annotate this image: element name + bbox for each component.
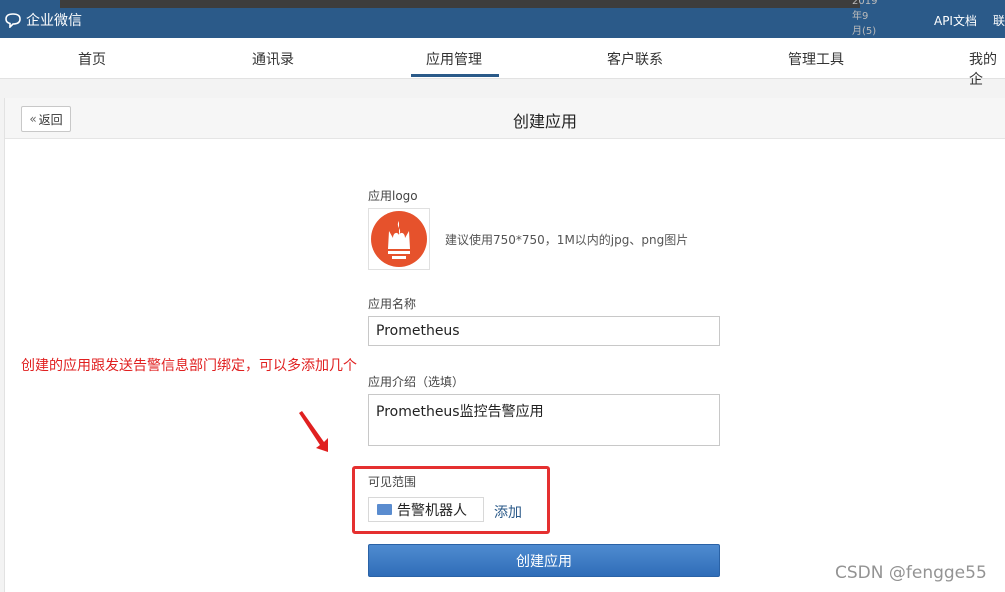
brand-name: 企业微信 — [26, 13, 82, 29]
logo-hint: 建议使用750*750，1M以内的jpg、png图片 — [445, 233, 689, 247]
folder-icon — [377, 504, 392, 515]
date-fragment: 2019年9月(5) — [852, 0, 878, 37]
chat-bubble-icon — [5, 13, 21, 28]
annotation-text: 创建的应用跟发送告警信息部门绑定，可以多添加几个 — [21, 358, 357, 374]
app-description-input[interactable]: Prometheus监控告警应用 — [368, 394, 720, 446]
main-nav: 首页 通讯录 应用管理 客户联系 管理工具 我的企 — [0, 38, 1005, 88]
add-scope-link[interactable]: 添加 — [494, 502, 522, 522]
desc-label: 应用介绍（选填） — [368, 375, 465, 389]
nav-customers[interactable]: 客户联系 — [607, 49, 663, 69]
top-bar: 2019年9月(5) 企业微信 API文档 联 — [0, 0, 1005, 38]
watermark: CSDN @fengge55 — [835, 563, 987, 583]
top-strip: 2019年9月(5) — [60, 0, 877, 37]
contact-link[interactable]: 联 — [993, 12, 1005, 29]
prometheus-logo-icon — [371, 211, 427, 267]
page-title: 创建应用 — [512, 112, 577, 131]
nav-contacts[interactable]: 通讯录 — [252, 49, 294, 69]
nav-my-company[interactable]: 我的企 — [969, 49, 1005, 89]
create-app-button[interactable]: 创建应用 — [368, 544, 720, 577]
nav-tools[interactable]: 管理工具 — [788, 49, 844, 69]
app-logo-upload[interactable] — [368, 208, 430, 270]
scope-tag-label: 告警机器人 — [397, 502, 467, 519]
api-docs-link[interactable]: API文档 — [934, 12, 977, 29]
app-name-input[interactable]: Prometheus — [368, 316, 720, 346]
red-arrow-icon — [299, 411, 328, 452]
top-links: API文档 联 — [918, 12, 1005, 29]
scope-tag[interactable]: 告警机器人 — [368, 497, 484, 522]
logo-label: 应用logo — [368, 189, 418, 203]
nav-home[interactable]: 首页 — [78, 49, 106, 69]
scope-label: 可见范围 — [368, 475, 417, 489]
brand[interactable]: 企业微信 — [4, 10, 82, 30]
nav-active-indicator — [411, 74, 499, 77]
panel-header: « 返回 创建应用 — [5, 98, 1005, 139]
nav-apps[interactable]: 应用管理 — [426, 49, 482, 69]
name-label: 应用名称 — [368, 297, 417, 311]
